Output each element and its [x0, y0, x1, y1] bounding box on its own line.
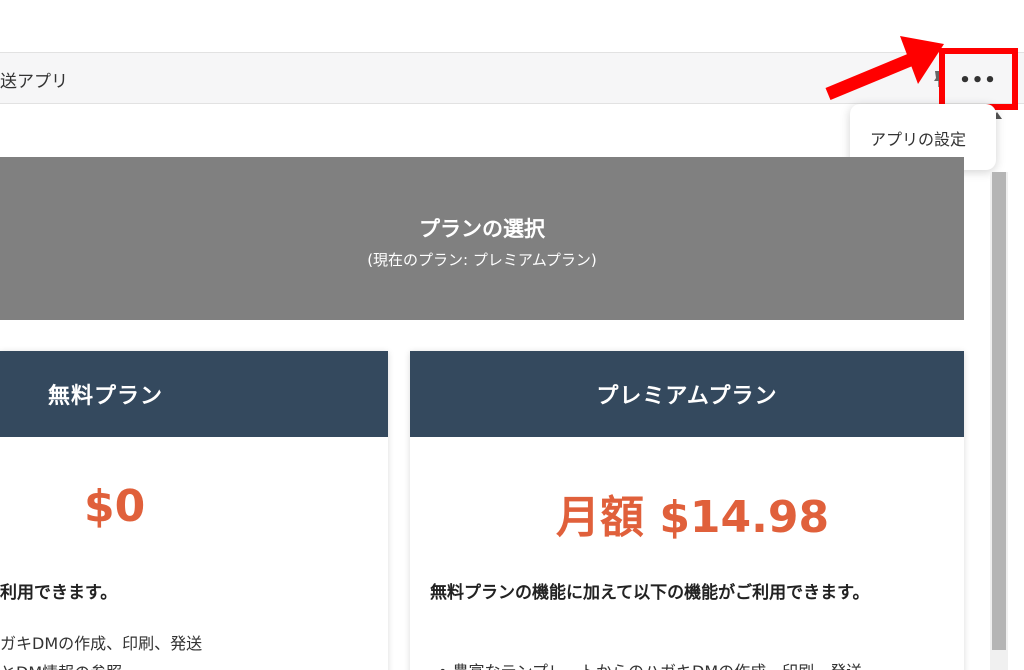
plan-price: $0	[84, 481, 146, 532]
plan-feature: ガキDMの作成、印刷、発送	[0, 634, 203, 653]
current-plan-label: (現在のプラン: プレミアムプラン)	[367, 251, 597, 269]
menu-item-app-settings[interactable]: アプリの設定	[870, 126, 966, 150]
plan-card-premium[interactable]: プレミアムプラン 月額 $14.98 無料プランの機能に加えて以下の機能がご利用…	[410, 351, 964, 670]
plan-name: 無料プラン	[48, 384, 164, 409]
plan-feature: • 豊富なテンプレートからのハガキDMの作成、印刷、発送	[438, 658, 862, 670]
more-options-button[interactable]: •••	[952, 61, 1004, 99]
plan-selection-banner: プランの選択 (現在のプラン: プレミアムプラン)	[0, 157, 964, 320]
plan-name: プレミアムプラン	[596, 384, 778, 409]
ellipsis-icon: •••	[959, 69, 997, 91]
app-title: 送アプリ	[0, 72, 68, 92]
red-arrow-icon	[825, 36, 944, 101]
scrollbar-thumb[interactable]	[992, 172, 1006, 650]
plan-card-header: 無料プラン	[0, 351, 388, 437]
plan-lead-text: 無料プランの機能に加えて以下の機能がご利用できます。	[430, 583, 870, 603]
plan-lead-text: 利用できます。	[0, 583, 118, 603]
plan-card-header: プレミアムプラン	[410, 351, 964, 437]
page-title: プランの選択	[419, 217, 545, 241]
plan-feature: とDM情報の参照	[0, 659, 122, 670]
plan-card-free[interactable]: 無料プラン $0 利用できます。 ガキDMの作成、印刷、発送 とDM情報の参照	[0, 351, 388, 670]
plan-price: 月額 $14.98	[556, 492, 830, 543]
